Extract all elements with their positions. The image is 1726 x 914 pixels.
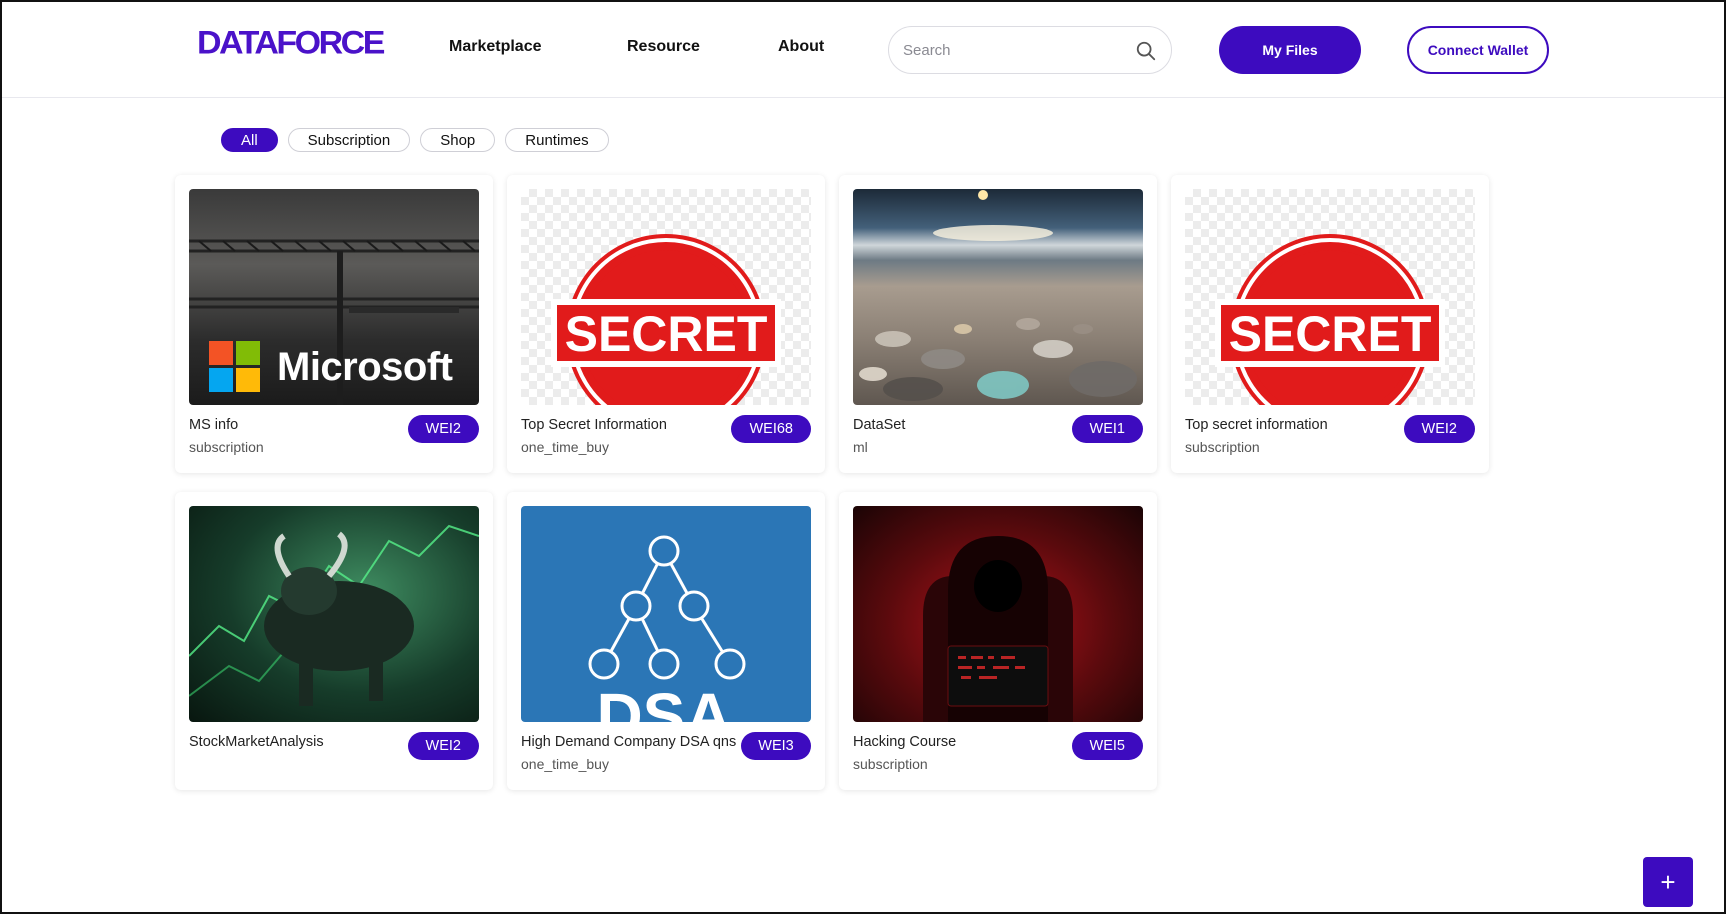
card-title: Hacking Course (853, 734, 957, 750)
nav-resource[interactable]: Resource (627, 38, 700, 56)
dsa-logo-text: DSA (596, 680, 731, 722)
secret-stamp-image: SECRET (521, 189, 811, 405)
price-badge[interactable]: WEI68 (731, 415, 811, 443)
product-card[interactable]: SECRET Top secret information subscripti… (1171, 175, 1489, 473)
microsoft-wordmark: Microsoft (277, 345, 453, 389)
card-title: DataSet (853, 417, 906, 433)
card-type: one_time_buy (521, 756, 609, 772)
card-type: subscription (189, 439, 264, 455)
stamp-text: SECRET (1229, 306, 1432, 362)
my-files-button[interactable]: My Files (1219, 26, 1361, 74)
plus-icon: + (1660, 866, 1676, 897)
filter-runtimes[interactable]: Runtimes (505, 128, 609, 152)
connect-wallet-button[interactable]: Connect Wallet (1407, 26, 1549, 74)
price-badge[interactable]: WEI3 (741, 732, 811, 760)
top-navbar: DATAFORCE Marketplace Resource About My … (2, 2, 1724, 98)
filter-subscription[interactable]: Subscription (287, 128, 411, 152)
microsoft-logo-image: Microsoft (189, 189, 479, 405)
product-card[interactable]: DataSet ml WEI1 (839, 175, 1157, 473)
product-card[interactable]: Microsoft MS info subscription WEI2 (175, 175, 493, 473)
category-filters: All Subscription Shop Runtimes (221, 128, 609, 152)
search-icon[interactable] (1135, 40, 1157, 62)
product-card[interactable]: SECRET Top Secret Information one_time_b… (507, 175, 825, 473)
product-card[interactable]: DSA High Demand Company DSA qns one_time… (507, 492, 825, 790)
hackers-scene (923, 536, 1073, 722)
app-window: DATAFORCE Marketplace Resource About My … (0, 0, 1726, 914)
product-card[interactable]: StockMarketAnalysis WEI2 (175, 492, 493, 790)
bull-market-image (189, 506, 479, 722)
filter-shop[interactable]: Shop (420, 128, 496, 152)
card-type: subscription (1185, 439, 1260, 455)
bull-scene (189, 524, 479, 706)
secret-stamp-image: SECRET (1185, 189, 1475, 405)
beach-pebbles-image (853, 189, 1143, 405)
product-card[interactable]: Hacking Course subscription WEI5 (839, 492, 1157, 790)
add-item-button[interactable]: + (1643, 857, 1693, 907)
price-badge[interactable]: WEI5 (1071, 732, 1143, 760)
price-badge[interactable]: WEI2 (407, 732, 479, 760)
card-title: Top secret information (1185, 417, 1328, 433)
price-badge[interactable]: WEI2 (407, 415, 479, 443)
price-badge[interactable]: WEI1 (1071, 415, 1143, 443)
secret-stamp: SECRET (551, 234, 781, 405)
hackers-image (853, 506, 1143, 722)
filter-all[interactable]: All (221, 128, 278, 152)
card-title: High Demand Company DSA qns (521, 734, 737, 750)
card-title: StockMarketAnalysis (189, 734, 324, 750)
dsa-tree-diagram: DSA (588, 535, 746, 722)
secret-stamp: SECRET (1215, 234, 1445, 405)
card-type: one_time_buy (521, 439, 609, 455)
stamp-text: SECRET (565, 306, 768, 362)
card-title: MS info (189, 417, 239, 433)
pebbles-scene (859, 190, 1137, 401)
nav-about[interactable]: About (778, 38, 824, 56)
card-title: Top Secret Information (521, 417, 667, 433)
nav-marketplace[interactable]: Marketplace (449, 38, 542, 56)
search-input[interactable] (903, 39, 1123, 61)
card-type: subscription (853, 756, 928, 772)
dsa-tree-image: DSA (521, 506, 811, 722)
brand-logo[interactable]: DATAFORCE (197, 25, 385, 62)
search-box (888, 26, 1172, 74)
card-type: ml (853, 439, 868, 455)
price-badge[interactable]: WEI2 (1403, 415, 1475, 443)
